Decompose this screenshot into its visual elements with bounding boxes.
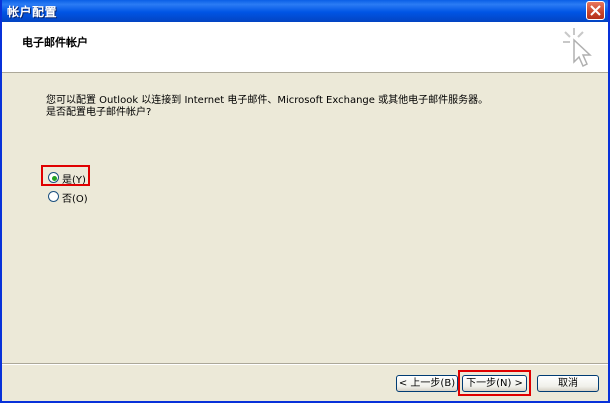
close-button[interactable] (586, 1, 605, 20)
wizard-header: 电子邮件帐户 (2, 22, 608, 73)
yes-option-highlight (41, 165, 90, 186)
description: 您可以配置 Outlook 以连接到 Internet 电子邮件、Microso… (46, 95, 488, 119)
next-button-highlight (458, 370, 531, 396)
wizard-cursor-icon (563, 28, 592, 68)
footer-divider (2, 363, 608, 364)
page-title: 电子邮件帐户 (22, 36, 88, 49)
back-button[interactable]: < 上一步(B) (396, 375, 458, 392)
description-line-2: 是否配置电子邮件帐户? (46, 107, 152, 118)
account-config-dialog: 帐户配置 电子邮件帐户 您可以配置 Outlook 以连接到 Internet … (0, 0, 610, 403)
close-icon (590, 5, 601, 16)
radio-no-circle[interactable] (48, 191, 59, 202)
title-bar: 帐户配置 (2, 0, 608, 22)
wizard-content: 您可以配置 Outlook 以连接到 Internet 电子邮件、Microso… (2, 73, 608, 359)
window-title: 帐户配置 (7, 5, 58, 19)
radio-no-label[interactable]: 否(O) (62, 190, 88, 205)
description-line-1: 您可以配置 Outlook 以连接到 Internet 电子邮件、Microso… (46, 95, 489, 106)
cancel-button[interactable]: 取消 (537, 375, 599, 392)
